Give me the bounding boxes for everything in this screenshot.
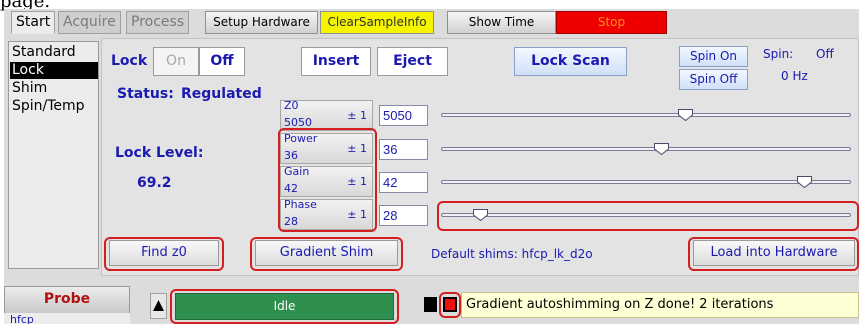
slider-track: [441, 147, 851, 151]
lock-label: Lock: [111, 53, 148, 69]
sidebar-item-spin-temp[interactable]: Spin/Temp: [10, 98, 98, 115]
pentagon-thumb-icon[interactable]: [654, 143, 669, 155]
lock-level-label: Lock Level:: [115, 145, 204, 161]
insert-button[interactable]: Insert: [301, 47, 371, 76]
power-slider[interactable]: [441, 141, 851, 157]
slider-track: [441, 180, 851, 184]
eject-button[interactable]: Eject: [377, 47, 448, 76]
spin-on-button[interactable]: Spin On: [679, 46, 748, 67]
setup-hardware-button[interactable]: Setup Hardware: [205, 11, 318, 34]
show-time-button[interactable]: Show Time: [447, 11, 556, 34]
highlight-find-z0: [104, 237, 224, 271]
highlight-power-gain-phase: [278, 128, 377, 232]
square-icon[interactable]: [424, 297, 437, 312]
pentagon-thumb-icon[interactable]: [797, 176, 812, 188]
status-message: Gradient autoshimming on Z done! 2 itera…: [461, 292, 859, 318]
lock-on-button[interactable]: On: [153, 47, 199, 76]
z0-slider[interactable]: [441, 107, 851, 123]
highlight-phase-slider: [437, 201, 859, 231]
default-shims-text: Default shims: hfcp_lk_d2o: [431, 247, 593, 261]
spin-off-button[interactable]: Spin Off: [679, 69, 748, 90]
stop-button[interactable]: Stop: [556, 11, 667, 34]
lock-level-value: 69.2: [137, 175, 172, 191]
highlight-load-into-hardware: [688, 237, 859, 271]
sidebar-item-lock[interactable]: Lock: [10, 62, 98, 79]
highlight-gradient-shim: [250, 237, 403, 271]
param-step: ± 1: [347, 109, 367, 122]
tab-process[interactable]: Process: [126, 11, 190, 34]
status-value: Regulated: [181, 86, 262, 102]
phase-field[interactable]: [379, 205, 428, 226]
power-field[interactable]: [379, 139, 428, 160]
param-z0[interactable]: Z0 5050 ± 1: [280, 99, 373, 131]
spin-rate: 0 Hz: [781, 69, 808, 83]
spin-state: Off: [816, 47, 834, 61]
sidebar-item-standard[interactable]: Standard: [10, 44, 98, 61]
tab-start[interactable]: Start: [11, 11, 56, 34]
probe-button[interactable]: Probe: [4, 286, 130, 314]
pentagon-thumb-icon[interactable]: [678, 109, 693, 121]
gain-slider[interactable]: [441, 174, 851, 190]
clear-sample-info-button[interactable]: ClearSampleInfo: [320, 11, 434, 34]
slider-track: [441, 113, 851, 117]
sidebar-item-shim[interactable]: Shim: [10, 80, 98, 97]
gain-field[interactable]: [379, 172, 428, 193]
z0-field[interactable]: [379, 105, 428, 126]
lock-off-button[interactable]: Off: [199, 47, 245, 76]
spin-label: Spin:: [763, 47, 794, 61]
triangle-up-icon[interactable]: [150, 293, 167, 319]
sidebar-list: Standard Lock Shim Spin/Temp: [8, 41, 99, 269]
lock-scan-button[interactable]: Lock Scan: [514, 47, 627, 76]
highlight-red-square: [439, 292, 461, 318]
probe-value: hfcp: [4, 313, 130, 324]
param-name: Z0: [284, 99, 299, 112]
highlight-idle-status: [170, 289, 399, 324]
status-label: Status:: [117, 86, 174, 102]
tab-acquire[interactable]: Acquire: [58, 11, 121, 34]
